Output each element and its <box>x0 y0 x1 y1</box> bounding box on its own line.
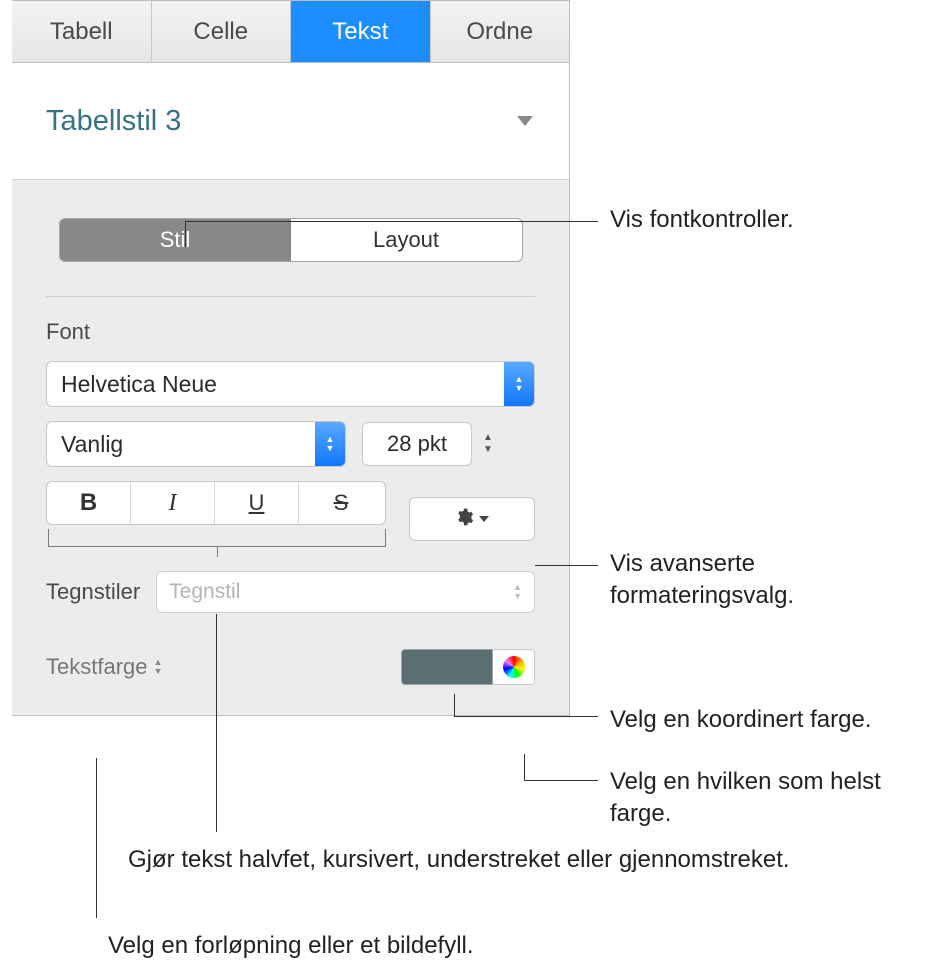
font-family-select[interactable]: Helvetica Neue ▲▼ <box>46 361 535 407</box>
bold-button[interactable]: B <box>47 482 131 524</box>
text-color-popup[interactable]: Tekstfarge ▲▼ <box>46 654 162 680</box>
divider <box>46 296 535 297</box>
chevron-down-icon: ▲▼ <box>513 583 522 601</box>
color-controls <box>401 649 535 685</box>
callout-font-controls: Vis fontkontroller. <box>610 204 794 236</box>
font-size-stepper: ▲ ▼ <box>478 424 498 464</box>
callout-bius: Gjør tekst halvfet, kursivert, understre… <box>128 844 790 876</box>
font-section-label: Font <box>46 319 535 345</box>
callout-line <box>96 758 97 918</box>
callout-line <box>454 694 455 716</box>
stepper-up-icon[interactable]: ▲ <box>478 432 498 444</box>
tab-ordne[interactable]: Ordne <box>431 1 570 62</box>
callout-coord-color: Velg en koordinert farge. <box>610 704 872 736</box>
advanced-options-button[interactable] <box>409 497 535 541</box>
font-family-value: Helvetica Neue <box>61 371 217 398</box>
tab-celle[interactable]: Celle <box>152 1 292 62</box>
bracket-decoration <box>48 529 386 557</box>
chevron-updown-icon: ▲▼ <box>154 658 163 676</box>
chevron-down-icon <box>478 510 490 528</box>
callout-advanced: Vis avanserte formateringsvalg. <box>610 548 944 613</box>
color-wheel-icon <box>503 656 525 678</box>
strikethrough-button[interactable]: S <box>299 482 383 524</box>
underline-button[interactable]: U <box>215 482 299 524</box>
inspector-panel: Tabell Celle Tekst Ordne Tabellstil 3 St… <box>12 0 570 716</box>
text-inspector-body: Stil Layout Font Helvetica Neue ▲▼ Vanli… <box>12 180 569 715</box>
inspector-tabs: Tabell Celle Tekst Ordne <box>12 1 569 63</box>
text-format-group: B I U S <box>46 481 386 525</box>
callout-line <box>524 754 525 780</box>
text-color-label: Tekstfarge <box>46 654 148 680</box>
font-weight-value: Vanlig <box>61 431 123 458</box>
callout-line <box>216 614 217 832</box>
callout-line <box>185 221 186 247</box>
segmented-stil[interactable]: Stil <box>60 219 291 261</box>
tab-tekst[interactable]: Tekst <box>291 1 431 62</box>
font-weight-select[interactable]: Vanlig ▲▼ <box>46 421 346 467</box>
callout-line <box>454 716 598 717</box>
paragraph-style-picker[interactable]: Tabellstil 3 <box>12 63 569 180</box>
callout-line <box>535 565 598 566</box>
color-swatch[interactable] <box>401 649 493 685</box>
tab-tabell[interactable]: Tabell <box>12 1 152 62</box>
paragraph-style-name: Tabellstil 3 <box>46 105 181 138</box>
stepper-down-icon[interactable]: ▼ <box>478 444 498 456</box>
font-size-value: 28 pkt <box>387 431 447 457</box>
chevron-down-icon <box>515 114 535 128</box>
character-style-placeholder: Tegnstil <box>169 580 240 604</box>
segmented-layout[interactable]: Layout <box>291 219 522 261</box>
callout-gradient: Velg en forløpning eller et bildefyll. <box>108 930 474 962</box>
character-style-select[interactable]: Tegnstil ▲▼ <box>156 571 535 613</box>
callout-line <box>186 221 598 222</box>
select-stepper-icon: ▲▼ <box>315 422 345 466</box>
color-wheel-button[interactable] <box>493 649 535 685</box>
character-styles-label: Tegnstiler <box>46 579 140 605</box>
italic-button[interactable]: I <box>131 482 215 524</box>
callout-line <box>524 780 598 781</box>
gear-icon <box>454 507 474 532</box>
callout-any-color: Velg en hvilken som helst farge. <box>610 766 944 831</box>
select-stepper-icon: ▲▼ <box>504 362 534 406</box>
style-layout-segmented: Stil Layout <box>59 218 523 262</box>
font-size-input[interactable]: 28 pkt <box>362 422 472 466</box>
